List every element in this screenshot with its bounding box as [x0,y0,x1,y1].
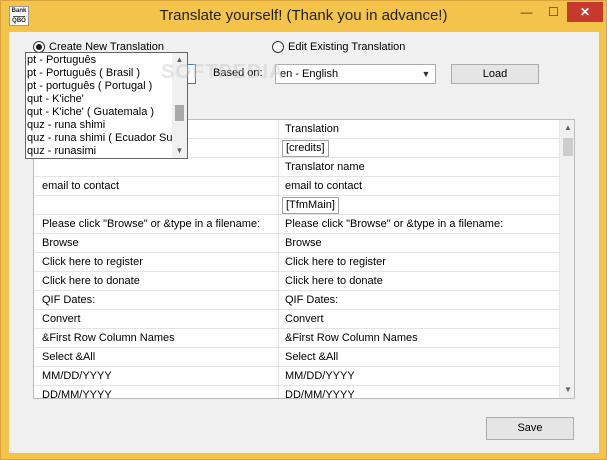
table-row[interactable]: QIF Dates: QIF Dates: [34,291,559,310]
load-button[interactable]: Load [451,64,539,84]
source-text-cell: Please click "Browse" or &type in a file… [34,215,279,234]
source-text-cell: &First Row Column Names [34,329,279,348]
table-row[interactable]: Select &All Select &All [34,348,559,367]
table-row[interactable]: Please click "Browse" or &type in a file… [34,215,559,234]
translation-cell[interactable]: MM/DD/YYYY [280,367,559,386]
section-marker: [credits] [282,140,329,157]
edit-existing-radio[interactable]: Edit Existing Translation [272,41,405,53]
table-row[interactable]: Browse Browse [34,234,559,253]
dropdown-item[interactable]: pt - português ( Portugal ) [26,80,172,93]
maximize-button[interactable]: ☐ [540,2,567,22]
scroll-down-icon[interactable]: ▼ [560,382,574,398]
scrollbar-thumb[interactable] [175,105,184,121]
dropdown-item[interactable]: qut - K'iche' [26,93,172,106]
translation-cell[interactable]: [TfmMain] [280,196,559,215]
table-row[interactable]: Click here to donate Click here to donate [34,272,559,291]
edit-existing-label: Edit Existing Translation [288,41,406,53]
translation-cell[interactable]: Select &All [280,348,559,367]
table-row[interactable]: [TfmMain] [34,196,559,215]
table-row[interactable]: &First Row Column Names &First Row Column… [34,329,559,348]
source-text-cell [34,158,279,177]
translation-cell[interactable]: [credits] [280,139,559,158]
chevron-down-icon[interactable]: ▼ [419,65,433,83]
translation-grid[interactable]: Translation [credits] Translator name emai… [33,119,575,399]
radio-unselected-icon [272,41,284,53]
translation-cell[interactable]: email to contact [280,177,559,196]
app-window: Bank QBO Translate yourself! (Thank you … [0,0,607,460]
source-text-cell: Convert [34,310,279,329]
dropdown-item[interactable]: qut - K'iche' ( Guatemala ) [26,106,172,119]
translation-cell[interactable]: QIF Dates: [280,291,559,310]
source-text-cell: QIF Dates: [34,291,279,310]
scroll-up-icon[interactable]: ▲ [560,120,574,136]
based-on-value: en - English [280,68,339,80]
source-text-cell: email to contact [34,177,279,196]
source-text-cell: Click here to register [34,253,279,272]
source-text-cell: Select &All [34,348,279,367]
table-row[interactable]: Translator name [34,158,559,177]
scrollbar-thumb[interactable] [563,138,573,156]
minimize-button[interactable]: — [513,2,540,22]
dropdown-item[interactable]: quz - runasimi [26,145,172,158]
dropdown-item[interactable]: pt - Português [26,54,172,67]
dropdown-item[interactable]: pt - Português ( Brasil ) [26,67,172,80]
grid-scrollbar[interactable]: ▲ ▼ [559,120,574,398]
source-text-cell: DD/MM/YYYY [34,386,279,398]
table-row[interactable]: email to contact email to contact [34,177,559,196]
dropdown-item[interactable]: quz - runa shimi [26,119,172,132]
table-row[interactable]: Click here to register Click here to regi… [34,253,559,272]
table-row[interactable]: Convert Convert [34,310,559,329]
table-row[interactable]: DD/MM/YYYY DD/MM/YYYY [34,386,559,398]
close-button[interactable]: ✕ [567,2,603,22]
translation-cell[interactable]: Convert [280,310,559,329]
save-button[interactable]: Save [486,417,574,440]
source-text-cell: MM/DD/YYYY [34,367,279,386]
grid-header-translation: Translation [285,123,340,135]
dropdown-item[interactable]: quz - runa shimi ( Ecuador Suyu ) [26,132,172,145]
translation-cell[interactable]: DD/MM/YYYY [280,386,559,398]
section-marker: [TfmMain] [282,197,339,214]
translation-cell[interactable]: Click here to register [280,253,559,272]
translation-cell[interactable]: Please click "Browse" or &type in a file… [280,215,559,234]
source-text-cell: Click here to donate [34,272,279,291]
translation-cell[interactable]: Translator name [280,158,559,177]
title-bar[interactable]: Bank QBO Translate yourself! (Thank you … [1,1,606,32]
based-on-select[interactable]: en - English ▼ [275,64,436,84]
source-text-cell [34,196,279,215]
softpedia-watermark: SOFTPEDIA [161,61,285,83]
source-text-cell: Browse [34,234,279,253]
table-row[interactable]: MM/DD/YYYY MM/DD/YYYY [34,367,559,386]
translation-cell[interactable]: Browse [280,234,559,253]
translation-cell[interactable]: &First Row Column Names [280,329,559,348]
scroll-down-icon[interactable]: ▼ [172,144,187,158]
translation-cell[interactable]: Click here to donate [280,272,559,291]
